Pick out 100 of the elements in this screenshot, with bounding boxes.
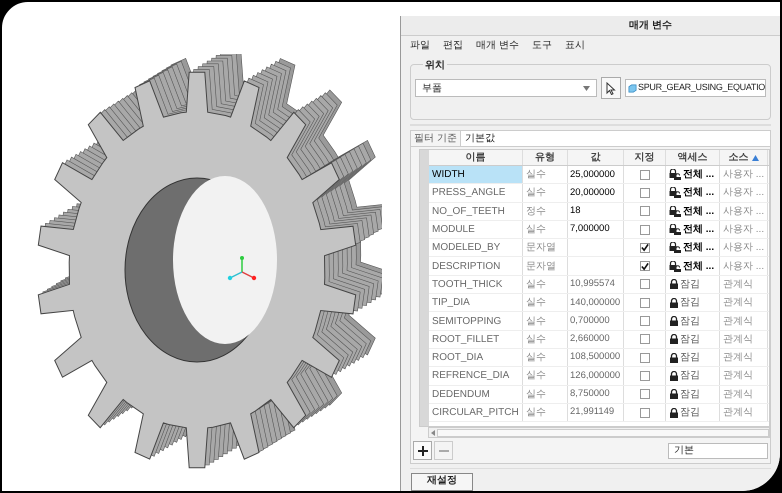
table-cell[interactable]: ROOT_DIA <box>429 348 523 366</box>
table-cell: 문자열 <box>523 239 568 256</box>
checkbox[interactable] <box>640 316 650 326</box>
access-text: 잠김 <box>680 296 700 310</box>
access-text: 전체 ... <box>683 168 714 182</box>
table-cell: 실수 <box>523 184 568 202</box>
table-cell: 사용자 ... <box>720 166 768 184</box>
access-text: 잠김 <box>680 278 700 292</box>
access-text: 잠김 <box>680 388 700 402</box>
table-cell[interactable]: PRESS_ANGLE <box>429 184 523 202</box>
horizontal-scrollbar[interactable] <box>428 427 770 438</box>
table-cell[interactable]: 108,500000 <box>568 348 624 366</box>
table-cell: 실수 <box>523 276 568 294</box>
table-cell: 관계식 <box>720 312 768 330</box>
table-cell[interactable]: REFRENCE_DIA <box>429 367 523 385</box>
checkbox[interactable] <box>640 408 650 418</box>
table-cell: 사용자 ... <box>720 220 768 238</box>
cursor-arrow-icon <box>606 82 616 94</box>
checkbox[interactable] <box>640 279 650 290</box>
checkbox[interactable] <box>640 188 650 198</box>
table-cell[interactable]: 18 <box>568 202 624 220</box>
checkbox[interactable] <box>640 370 650 381</box>
checkbox[interactable] <box>640 242 650 253</box>
column-header[interactable]: 지정 <box>624 150 666 165</box>
column-header[interactable]: 이름 <box>429 150 523 165</box>
table-cell: 관계식 <box>720 386 768 403</box>
select-pointer-button[interactable] <box>601 77 622 99</box>
table-cell: 관계식 <box>720 367 768 385</box>
table-cell: 실수 <box>523 367 568 385</box>
table-cell[interactable]: 25,000000 <box>568 166 624 184</box>
menu-item[interactable]: 파일 <box>410 38 430 52</box>
checkbox[interactable] <box>640 298 650 308</box>
table-cell[interactable]: 21,991149 <box>568 404 624 422</box>
access-text: 잠김 <box>680 314 700 329</box>
column-header[interactable]: 액세스 <box>666 150 720 165</box>
minus-icon <box>438 450 448 452</box>
access-text: 전체 ... <box>683 260 714 274</box>
filter-field[interactable]: 기본값 <box>460 131 770 146</box>
table-cell: 사용자 ... <box>720 184 768 202</box>
table-cell: 관계식 <box>720 404 768 422</box>
table-cell[interactable]: MODELED_BY <box>429 239 523 256</box>
checkbox[interactable] <box>640 170 650 180</box>
checkbox[interactable] <box>640 206 650 216</box>
table-cell[interactable]: 10,995574 <box>568 276 624 294</box>
access-text: 잠김 <box>680 369 700 384</box>
table-cell: 관계식 <box>720 330 768 348</box>
table-cell[interactable]: DESCRIPTION <box>429 257 523 275</box>
table-cell: 정수 <box>523 202 568 220</box>
access-text: 잠김 <box>680 332 700 347</box>
menu-item[interactable]: 도구 <box>532 38 552 52</box>
table-cell: 실수 <box>523 348 568 366</box>
checkbox[interactable] <box>640 261 650 272</box>
column-header[interactable]: 값 <box>568 150 624 165</box>
access-text: 전체 ... <box>683 223 714 238</box>
dialog-title: 매개 변수 <box>401 16 780 36</box>
column-header[interactable]: 소스 <box>720 150 768 165</box>
menu-item[interactable]: 편집 <box>443 38 463 52</box>
add-button[interactable] <box>413 441 432 460</box>
table-cell[interactable]: 140,000000 <box>568 294 624 312</box>
table-cell: 실수 <box>523 220 568 238</box>
table-cell[interactable]: CIRCULAR_PITCH <box>429 404 523 422</box>
table-cell[interactable]: SEMITOPPING <box>429 312 523 330</box>
table-cell: 관계식 <box>720 348 768 366</box>
table-cell: 사용자 ... <box>720 239 768 256</box>
table-cell[interactable]: ROOT_FILLET <box>429 330 523 348</box>
table-cell[interactable]: MODULE <box>429 220 523 238</box>
table-cell: 문자열 <box>523 257 568 275</box>
table-cell[interactable]: 2,660000 <box>568 330 624 348</box>
menu-item[interactable]: 표시 <box>564 38 585 52</box>
checkbox[interactable] <box>640 334 650 344</box>
checkbox[interactable] <box>640 224 650 235</box>
table-cell[interactable]: TIP_DIA <box>429 294 523 312</box>
access-text: 잠김 <box>680 351 700 366</box>
menu-item[interactable]: 매개 변수 <box>476 38 519 52</box>
table-cell: 실수 <box>523 386 568 403</box>
table-cell: 실수 <box>523 312 568 330</box>
table-cell[interactable]: 20,000000 <box>568 184 624 202</box>
table-cell[interactable]: 7,000000 <box>568 220 624 238</box>
table-cell[interactable]: NO_OF_TEETH <box>429 202 523 220</box>
table-cell: 관계식 <box>720 276 768 294</box>
table-cell[interactable]: 126,000000 <box>568 367 624 385</box>
table-cell[interactable]: 8,750000 <box>568 386 624 403</box>
view-dropdown[interactable]: 기본 <box>668 442 768 459</box>
model-field[interactable]: SPUR_GEAR_USING_EQUATIO <box>625 79 766 97</box>
reset-button[interactable]: 재설정 <box>411 473 473 491</box>
access-text: 전체 ... <box>683 204 714 219</box>
table-cell: 사용자 ... <box>720 202 768 220</box>
access-text: 잠김 <box>680 406 700 420</box>
checkbox[interactable] <box>640 389 650 400</box>
table-cell: 실수 <box>523 404 568 422</box>
cube-icon <box>628 84 638 92</box>
table-cell[interactable]: TOOTH_THICK <box>429 276 523 294</box>
type-dropdown[interactable]: 부품 <box>415 79 598 97</box>
checkbox[interactable] <box>640 352 650 363</box>
column-header[interactable]: 유형 <box>523 150 568 165</box>
table-cell[interactable]: WIDTH <box>429 166 523 184</box>
table-cell[interactable]: DEDENDUM <box>429 386 523 403</box>
table-cell[interactable]: 0,700000 <box>568 312 624 330</box>
table-cell: 실수 <box>523 294 568 312</box>
table-cell: 실수 <box>523 330 568 348</box>
